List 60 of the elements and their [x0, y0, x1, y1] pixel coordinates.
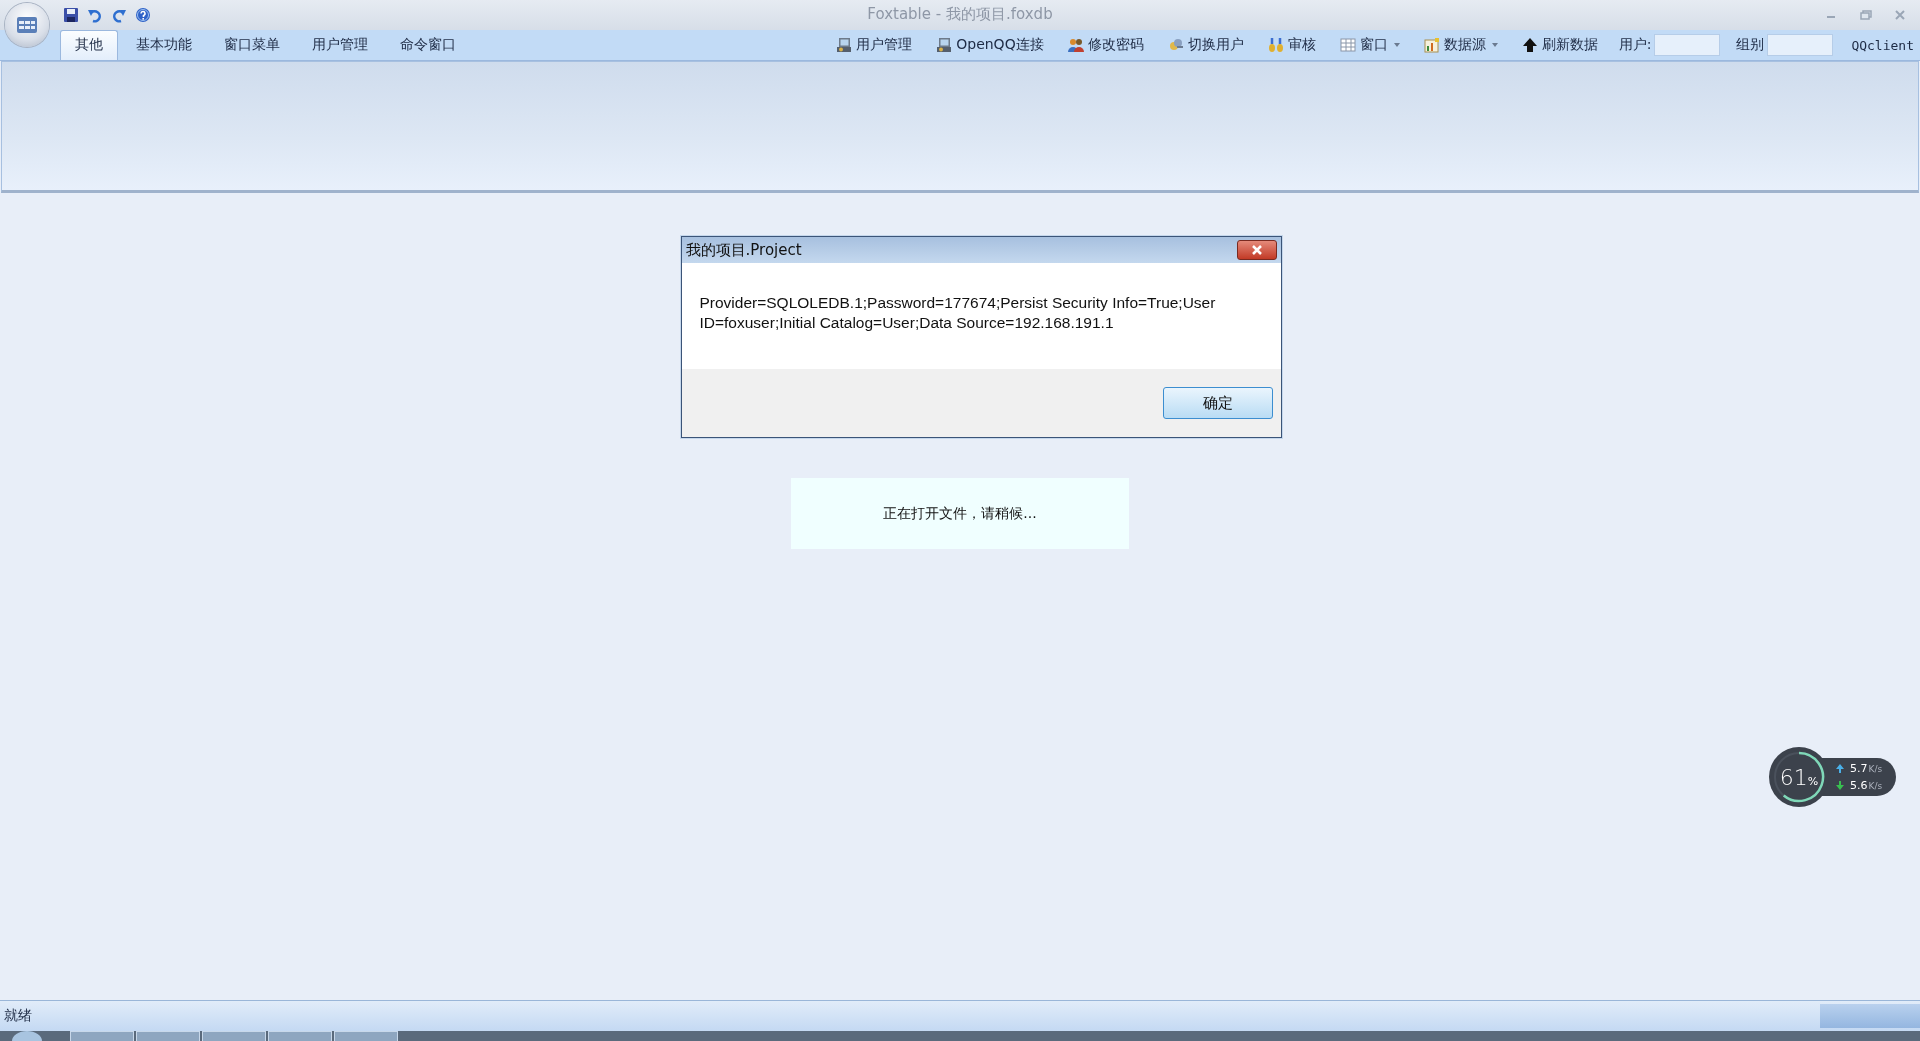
taskbar-button[interactable]: [202, 1031, 266, 1041]
button-label: 数据源: [1443, 36, 1486, 54]
undo-icon[interactable]: [87, 7, 103, 23]
toolbar-button[interactable]: 数据源: [1418, 34, 1503, 56]
chart-icon: [1423, 37, 1440, 53]
ribbon-tab[interactable]: 其他: [60, 30, 118, 60]
status-text: 就绪: [4, 1007, 32, 1025]
toolbar-button[interactable]: 窗口: [1334, 34, 1405, 56]
taskbar-button[interactable]: [136, 1031, 200, 1041]
taskbar-button[interactable]: [268, 1031, 332, 1041]
taskbar-button[interactable]: [334, 1031, 398, 1041]
redo-icon[interactable]: [111, 7, 127, 23]
window-title: Foxtable - 我的项目.foxdb: [867, 5, 1053, 24]
speed-unit: K/s: [1868, 763, 1883, 774]
close-icon: [1249, 244, 1264, 256]
download-arrow-icon: [1836, 781, 1844, 790]
button-label: 窗口: [1359, 36, 1388, 54]
button-label: 审核: [1287, 36, 1316, 54]
dialog-message: Provider=SQLOLEDB.1;Password=177674;Persist Security Info=True;User ID=foxuser;Initial Catalog=User;Data Source=192.168.191.1: [699, 293, 1217, 333]
people-icon: [1067, 37, 1084, 53]
toolbar-button[interactable]: OpenQQ连接: [931, 34, 1049, 56]
toolbar-button[interactable]: 用户管理: [831, 34, 918, 56]
input-field[interactable]: [1767, 34, 1834, 56]
restore-icon[interactable]: [1860, 10, 1872, 20]
taskbar-button[interactable]: [70, 1031, 134, 1041]
button-label: 切换用户: [1187, 36, 1244, 54]
coins-icon: [1267, 37, 1284, 53]
field-label: 用户:: [1618, 36, 1652, 54]
client-label: QQclient: [1851, 37, 1914, 53]
ribbon-tab[interactable]: 用户管理: [298, 31, 382, 60]
upload-arrow-icon: [1836, 764, 1844, 773]
speed-value: 5.6: [1850, 779, 1868, 792]
toolbar-button[interactable]: 刷新数据: [1516, 34, 1603, 56]
save-icon[interactable]: [63, 7, 79, 23]
computer-icon: [936, 37, 953, 53]
dialog-title: 我的项目.Project: [685, 240, 802, 260]
toolbar-button[interactable]: 修改密码: [1062, 34, 1149, 56]
table-icon: [16, 16, 38, 34]
button-label: 刷新数据: [1541, 36, 1598, 54]
button-label: OpenQQ连接: [956, 36, 1044, 54]
speed-unit: K/s: [1868, 780, 1883, 791]
button-label: 用户管理: [856, 36, 913, 54]
field-label: 组别: [1736, 36, 1765, 54]
button-label: 修改密码: [1087, 36, 1144, 54]
computer-icon: [836, 37, 853, 53]
help-icon[interactable]: [135, 7, 151, 23]
table-icon: [1339, 37, 1356, 53]
toolbar-button[interactable]: 切换用户: [1162, 34, 1249, 56]
close-icon[interactable]: [1894, 10, 1906, 20]
ribbon-tab[interactable]: 窗口菜单: [210, 31, 294, 60]
speed-value: 5.7: [1850, 762, 1868, 775]
loading-message: 正在打开文件，请稍候...: [883, 504, 1037, 523]
application-menu-button[interactable]: [5, 3, 49, 47]
ribbon-tab[interactable]: 基本功能: [122, 31, 206, 60]
up-arrow-icon: [1521, 37, 1538, 53]
toolbar-button[interactable]: 审核: [1262, 34, 1321, 56]
close-button[interactable]: [1236, 240, 1277, 260]
ribbon-tab[interactable]: 命令窗口: [386, 31, 470, 60]
ok-button[interactable]: 确定: [1162, 387, 1273, 419]
input-field[interactable]: [1654, 34, 1721, 56]
